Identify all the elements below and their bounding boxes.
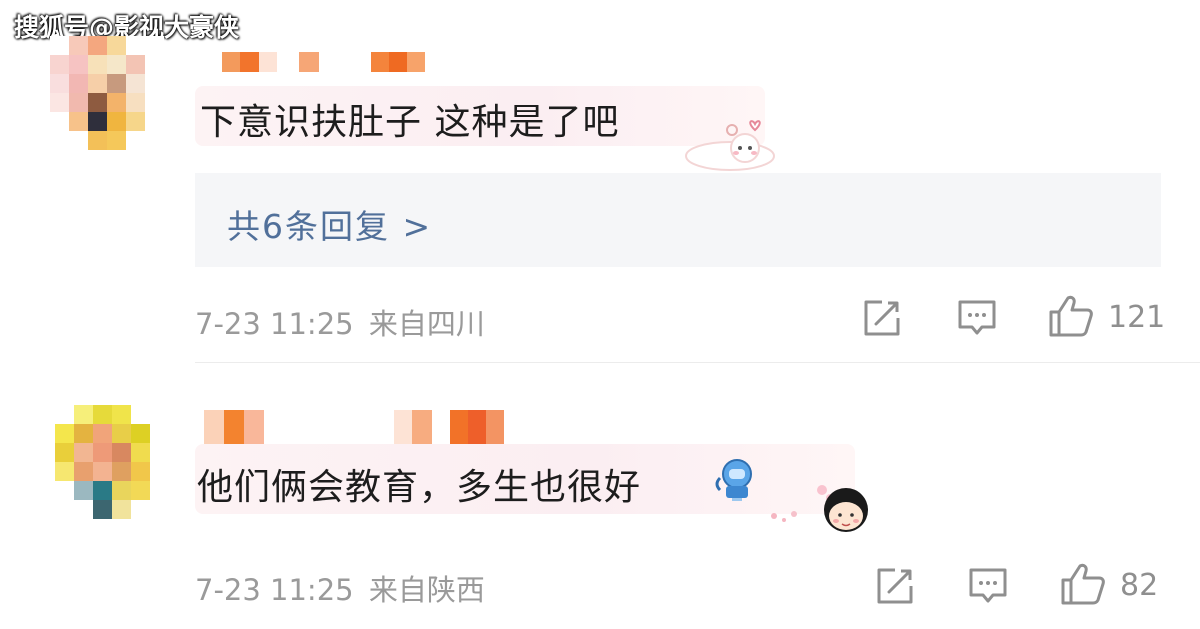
comment-icon[interactable] <box>967 565 1009 607</box>
username-blurred[interactable] <box>222 52 425 72</box>
share-edit-icon[interactable] <box>862 298 902 338</box>
like-count: 121 <box>1108 300 1166 335</box>
avatar[interactable] <box>50 36 164 150</box>
like-count: 82 <box>1120 568 1159 603</box>
avatar[interactable] <box>55 405 169 519</box>
comment-text: 下意识扶肚子 这种是了吧 <box>200 102 620 143</box>
username-blurred[interactable] <box>204 410 504 448</box>
girl-sticker <box>771 485 868 532</box>
divider <box>195 362 1200 363</box>
comment-icon[interactable] <box>956 297 998 339</box>
share-edit-icon[interactable] <box>875 566 915 606</box>
comment-text: 他们俩会教育，多生也很好 <box>197 467 642 508</box>
thumbs-up-icon[interactable] <box>1060 562 1106 606</box>
location: 来自四川 <box>368 307 485 341</box>
timestamp: 7-23 11:25 <box>195 307 354 341</box>
timestamp: 7-23 11:25 <box>195 573 354 607</box>
thumbs-up-icon[interactable] <box>1048 294 1094 338</box>
view-replies-link[interactable]: 共6条回复 > <box>227 200 432 248</box>
comment-meta: 7-23 11:25 来自四川 <box>195 301 485 343</box>
robot-emoji <box>715 459 752 501</box>
cat-sticker <box>685 120 775 171</box>
location: 来自陕西 <box>368 573 485 607</box>
comment-meta: 7-23 11:25 来自陕西 <box>195 567 485 609</box>
replies-panel[interactable]: 共6条回复 > <box>195 173 1161 267</box>
